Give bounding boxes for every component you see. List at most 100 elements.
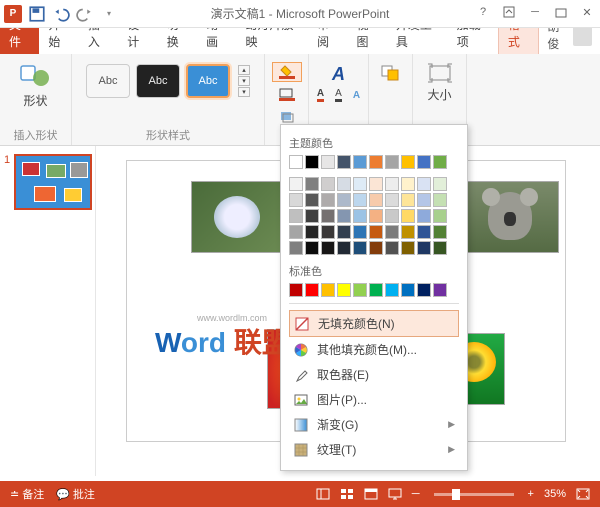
color-swatch[interactable] [385,209,399,223]
gallery-down[interactable]: ▾ [238,76,250,86]
color-swatch[interactable] [385,283,399,297]
zoom-slider-thumb[interactable] [452,489,460,500]
color-swatch[interactable] [433,177,447,191]
shape-style-selected[interactable]: Abc [186,64,230,98]
color-swatch[interactable] [401,283,415,297]
text-effects-button[interactable]: A [349,88,365,102]
ribbon-collapse-icon[interactable] [496,0,522,24]
view-sorter[interactable] [340,488,354,500]
picture-item[interactable]: 图片(P)... [289,387,459,412]
color-swatch[interactable] [353,241,367,255]
color-swatch[interactable] [401,241,415,255]
color-swatch[interactable] [417,155,431,169]
color-swatch[interactable] [369,225,383,239]
color-swatch[interactable] [305,283,319,297]
qat-undo[interactable] [52,5,70,23]
color-swatch[interactable] [353,193,367,207]
color-swatch[interactable] [289,241,303,255]
color-swatch[interactable] [401,209,415,223]
color-swatch[interactable] [353,283,367,297]
color-swatch[interactable] [321,209,335,223]
color-swatch[interactable] [321,177,335,191]
eyedropper-item[interactable]: 取色器(E) [289,362,459,387]
color-swatch[interactable] [337,155,351,169]
color-swatch[interactable] [353,155,367,169]
color-swatch[interactable] [369,209,383,223]
comments-button[interactable]: 💬批注 [56,486,95,502]
color-swatch[interactable] [305,241,319,255]
shape-outline-button[interactable] [272,84,302,104]
color-swatch[interactable] [289,283,303,297]
color-swatch[interactable] [433,209,447,223]
color-swatch[interactable] [417,177,431,191]
text-fill-button[interactable]: A [313,88,329,102]
color-swatch[interactable] [401,193,415,207]
color-swatch[interactable] [417,193,431,207]
minimize-button[interactable]: ─ [522,0,548,24]
color-swatch[interactable] [337,283,351,297]
more-colors-item[interactable]: 其他填充颜色(M)... [289,337,459,362]
notes-button[interactable]: ≐备注 [10,486,44,502]
color-swatch[interactable] [353,225,367,239]
zoom-level[interactable]: 35% [544,488,566,500]
color-swatch[interactable] [385,155,399,169]
color-swatch[interactable] [385,241,399,255]
fit-to-window[interactable] [576,488,590,500]
color-swatch[interactable] [305,209,319,223]
color-swatch[interactable] [321,241,335,255]
view-slideshow[interactable] [388,488,402,500]
gallery-more[interactable]: ▾ [238,87,250,97]
close-button[interactable]: ✕ [574,0,600,24]
color-swatch[interactable] [417,225,431,239]
slide-thumbnails-pane[interactable]: 1 [0,146,96,476]
color-swatch[interactable] [289,177,303,191]
shape-style-gallery[interactable]: Abc Abc Abc ▴ ▾ ▾ [80,58,256,104]
color-swatch[interactable] [417,209,431,223]
color-swatch[interactable] [433,155,447,169]
color-swatch[interactable] [385,225,399,239]
shape-style-1[interactable]: Abc [86,64,130,98]
color-swatch[interactable] [337,225,351,239]
color-swatch[interactable] [305,193,319,207]
color-swatch[interactable] [289,155,303,169]
no-fill-item[interactable]: 无填充颜色(N) [289,310,459,337]
color-swatch[interactable] [417,283,431,297]
qat-save[interactable] [28,5,46,23]
color-swatch[interactable] [321,225,335,239]
color-swatch[interactable] [337,209,351,223]
help-icon[interactable]: ? [470,0,496,24]
color-swatch[interactable] [321,155,335,169]
color-swatch[interactable] [401,177,415,191]
color-swatch[interactable] [433,241,447,255]
shape-fill-button[interactable] [272,62,302,82]
qat-customize[interactable]: ▾ [100,5,118,23]
color-swatch[interactable] [337,193,351,207]
color-swatch[interactable] [385,177,399,191]
color-swatch[interactable] [369,155,383,169]
color-swatch[interactable] [433,193,447,207]
color-swatch[interactable] [305,177,319,191]
qat-redo[interactable] [76,5,94,23]
color-swatch[interactable] [305,155,319,169]
text-outline-button[interactable]: A [331,88,347,102]
view-normal[interactable] [316,488,330,500]
color-swatch[interactable] [369,241,383,255]
maximize-button[interactable] [548,0,574,24]
color-swatch[interactable] [289,209,303,223]
shapes-gallery-button[interactable]: 形状 [13,58,59,113]
picture-flower-white[interactable] [191,181,283,253]
color-swatch[interactable] [289,193,303,207]
gradient-item[interactable]: 渐变(G) ▶ [289,412,459,437]
shape-effects-button[interactable] [272,106,302,126]
color-swatch[interactable] [289,225,303,239]
color-swatch[interactable] [401,225,415,239]
shape-style-2[interactable]: Abc [136,64,180,98]
color-swatch[interactable] [369,193,383,207]
slide-thumbnail-1[interactable]: 1 [14,154,92,210]
color-swatch[interactable] [385,193,399,207]
color-swatch[interactable] [433,225,447,239]
color-swatch[interactable] [337,177,351,191]
color-swatch[interactable] [321,283,335,297]
wordart-styles-button[interactable]: A [319,62,359,86]
color-swatch[interactable] [369,177,383,191]
